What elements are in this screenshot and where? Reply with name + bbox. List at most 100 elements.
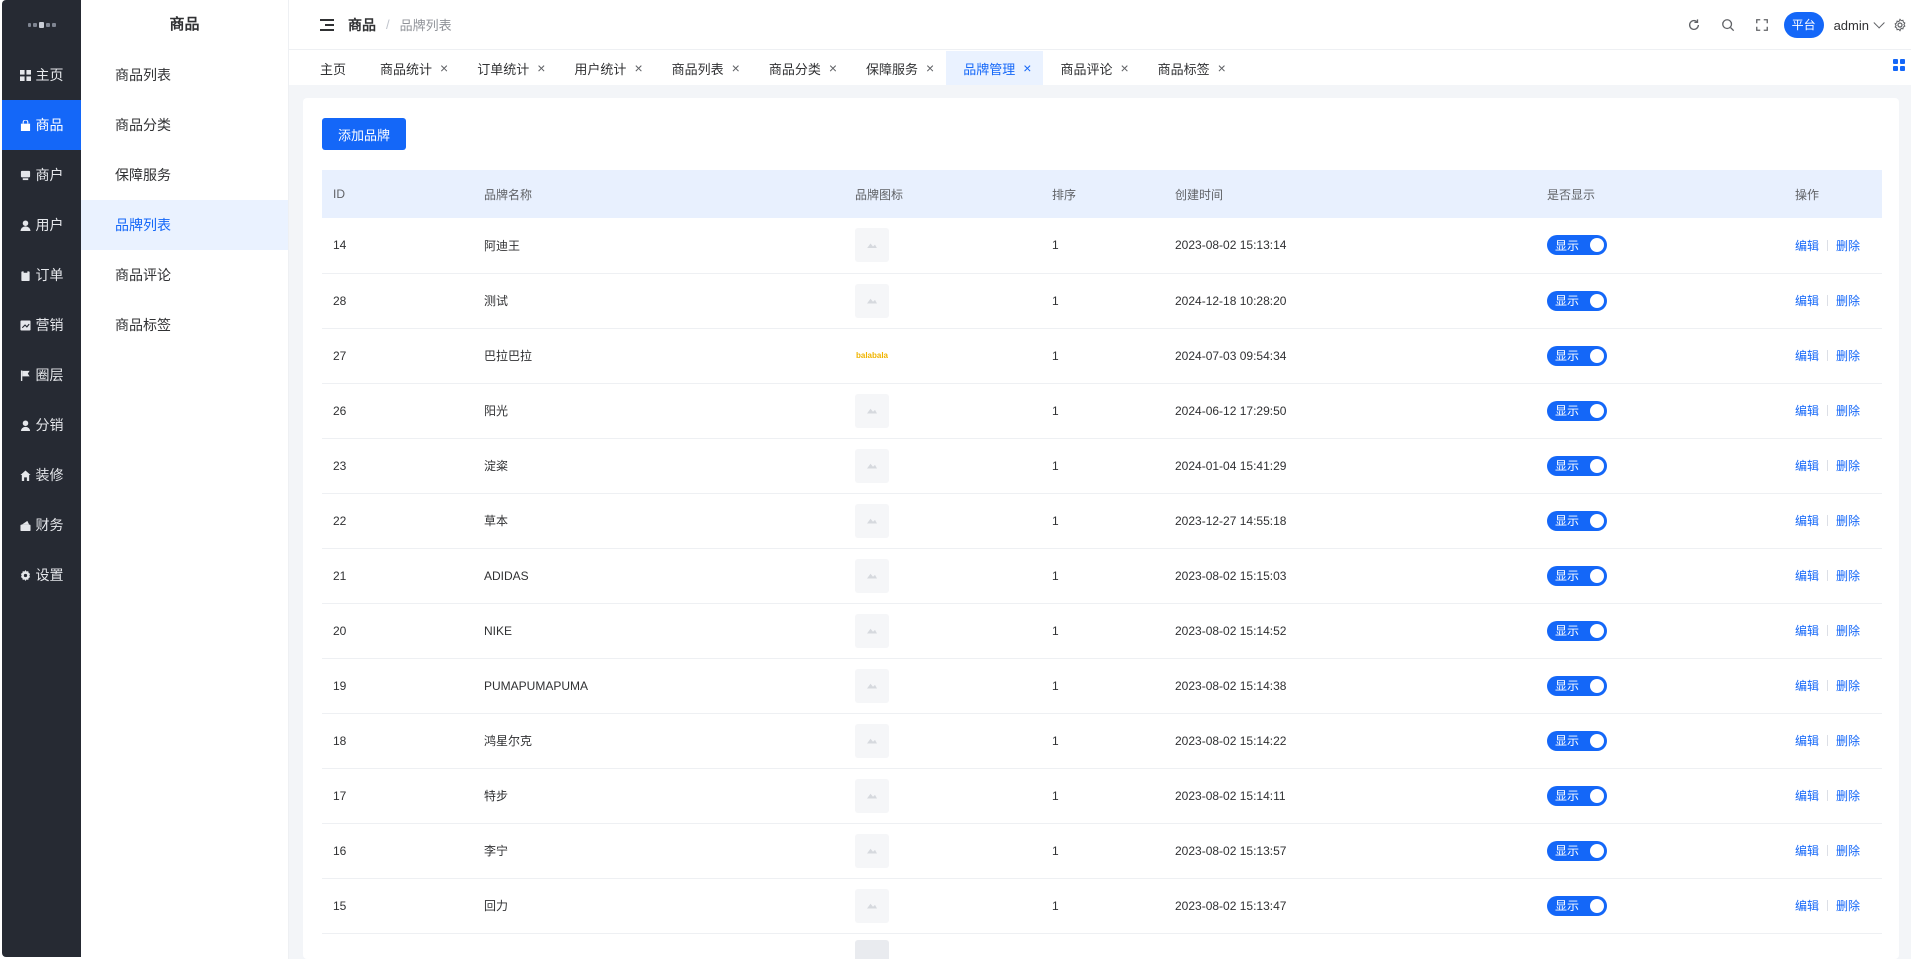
edit-link[interactable]: 编辑 — [1795, 899, 1819, 913]
edit-link[interactable]: 编辑 — [1795, 239, 1819, 253]
delete-link[interactable]: 删除 — [1836, 679, 1860, 693]
image-placeholder-icon[interactable] — [855, 228, 889, 263]
edit-link[interactable]: 编辑 — [1795, 404, 1819, 418]
edit-link[interactable]: 编辑 — [1795, 624, 1819, 638]
image-placeholder-icon[interactable] — [855, 283, 889, 318]
close-icon[interactable]: × — [732, 60, 740, 76]
edit-link[interactable]: 编辑 — [1795, 569, 1819, 583]
tabs-menu-icon[interactable] — [1893, 59, 1905, 71]
close-icon[interactable]: × — [537, 60, 545, 76]
visibility-toggle[interactable]: 显示 — [1547, 565, 1607, 586]
visibility-toggle[interactable]: 显示 — [1547, 895, 1607, 916]
delete-link[interactable]: 删除 — [1836, 239, 1860, 253]
image-placeholder-icon[interactable] — [855, 613, 889, 648]
nav-item[interactable]: 用户 — [2, 200, 81, 250]
fullscreen-icon[interactable] — [1755, 18, 1769, 32]
edit-link[interactable]: 编辑 — [1795, 294, 1819, 308]
tab[interactable]: 商品标签 × — [1141, 51, 1238, 85]
submenu-item[interactable]: 商品标签 — [81, 300, 288, 350]
image-placeholder-icon[interactable] — [855, 723, 889, 758]
image-placeholder-icon[interactable] — [855, 393, 889, 428]
add-brand-button[interactable]: 添加品牌 — [322, 118, 407, 150]
nav-item[interactable]: 营销 — [2, 300, 81, 350]
delete-link[interactable]: 删除 — [1836, 569, 1860, 583]
visibility-toggle[interactable]: 显示 — [1547, 400, 1607, 421]
tab[interactable]: 保障服务 × — [849, 51, 946, 85]
edit-link[interactable]: 编辑 — [1795, 789, 1819, 803]
delete-link[interactable]: 删除 — [1836, 294, 1860, 308]
tab[interactable]: 商品列表 × — [655, 51, 752, 85]
gear-icon[interactable] — [1893, 18, 1907, 32]
breadcrumb-main[interactable]: 商品 — [348, 15, 376, 35]
cell-actions: 编辑 删除 — [1784, 383, 1882, 438]
visibility-toggle[interactable]: 显示 — [1547, 455, 1607, 476]
submenu-item[interactable]: 商品分类 — [81, 100, 288, 150]
brand-logo-image[interactable]: balabala — [855, 339, 889, 373]
close-icon[interactable]: × — [1023, 60, 1031, 76]
delete-link[interactable]: 删除 — [1836, 349, 1860, 363]
image-placeholder-icon[interactable] — [855, 888, 889, 923]
edit-link[interactable]: 编辑 — [1795, 844, 1819, 858]
visibility-toggle[interactable]: 显示 — [1547, 675, 1607, 696]
nav-item[interactable]: 订单 — [2, 250, 81, 300]
image-placeholder-icon[interactable] — [855, 833, 889, 868]
close-icon[interactable]: × — [634, 60, 642, 76]
nav-item[interactable]: 设置 — [2, 550, 81, 600]
visibility-toggle[interactable]: 显示 — [1547, 510, 1607, 531]
user-menu[interactable]: admin — [1834, 17, 1885, 33]
submenu-item[interactable]: 商品列表 — [81, 50, 288, 100]
delete-link[interactable]: 删除 — [1836, 404, 1860, 418]
close-icon[interactable]: × — [1218, 60, 1226, 76]
edit-link[interactable]: 编辑 — [1795, 459, 1819, 473]
brand-logo-image[interactable] — [855, 939, 889, 959]
nav-item[interactable]: 主页 — [2, 50, 81, 100]
image-placeholder-icon[interactable] — [855, 558, 889, 593]
nav-item[interactable]: 财务 — [2, 500, 81, 550]
image-placeholder-icon[interactable] — [855, 503, 889, 538]
edit-link[interactable]: 编辑 — [1795, 734, 1819, 748]
delete-link[interactable]: 删除 — [1836, 514, 1860, 528]
close-icon[interactable]: × — [829, 60, 837, 76]
visibility-toggle[interactable]: 显示 — [1547, 785, 1607, 806]
nav-item[interactable]: 圈层 — [2, 350, 81, 400]
delete-link[interactable]: 删除 — [1836, 844, 1860, 858]
refresh-icon[interactable] — [1687, 18, 1701, 32]
image-placeholder-icon[interactable] — [855, 448, 889, 483]
nav-item[interactable]: 分销 — [2, 400, 81, 450]
visibility-toggle[interactable]: 显示 — [1547, 235, 1607, 256]
visibility-toggle[interactable]: 显示 — [1547, 620, 1607, 641]
visibility-toggle[interactable]: 显示 — [1547, 345, 1607, 366]
search-icon[interactable] — [1721, 18, 1735, 32]
image-placeholder-icon[interactable] — [855, 668, 889, 703]
submenu-item[interactable]: 保障服务 — [81, 150, 288, 200]
delete-link[interactable]: 删除 — [1836, 789, 1860, 803]
nav-item[interactable]: 装修 — [2, 450, 81, 500]
tab[interactable]: 用户统计 × — [557, 51, 654, 85]
close-icon[interactable]: × — [926, 60, 934, 76]
tab[interactable]: 商品评论 × — [1043, 51, 1140, 85]
close-icon[interactable]: × — [440, 60, 448, 76]
submenu-item[interactable]: 商品评论 — [81, 250, 288, 300]
edit-link[interactable]: 编辑 — [1795, 679, 1819, 693]
collapse-menu-icon[interactable] — [320, 18, 334, 31]
platform-badge[interactable]: 平台 — [1783, 12, 1824, 38]
edit-link[interactable]: 编辑 — [1795, 514, 1819, 528]
nav-item[interactable]: 商户 — [2, 150, 81, 200]
submenu-item[interactable]: 品牌列表 — [81, 200, 288, 250]
delete-link[interactable]: 删除 — [1836, 459, 1860, 473]
edit-link[interactable]: 编辑 — [1795, 349, 1819, 363]
close-icon[interactable]: × — [1120, 60, 1128, 76]
image-placeholder-icon[interactable] — [855, 778, 889, 813]
tab[interactable]: 商品统计 × — [363, 51, 460, 85]
visibility-toggle[interactable]: 显示 — [1547, 730, 1607, 751]
nav-item[interactable]: 商品 — [2, 100, 81, 150]
tab[interactable]: 订单统计 × — [460, 51, 557, 85]
tab[interactable]: 主页 — [289, 51, 363, 85]
visibility-toggle[interactable]: 显示 — [1547, 840, 1607, 861]
delete-link[interactable]: 删除 — [1836, 734, 1860, 748]
tab[interactable]: 商品分类 × — [752, 51, 849, 85]
visibility-toggle[interactable]: 显示 — [1547, 290, 1607, 311]
tab[interactable]: 品牌管理 × — [946, 51, 1044, 85]
delete-link[interactable]: 删除 — [1836, 624, 1860, 638]
delete-link[interactable]: 删除 — [1836, 899, 1860, 913]
